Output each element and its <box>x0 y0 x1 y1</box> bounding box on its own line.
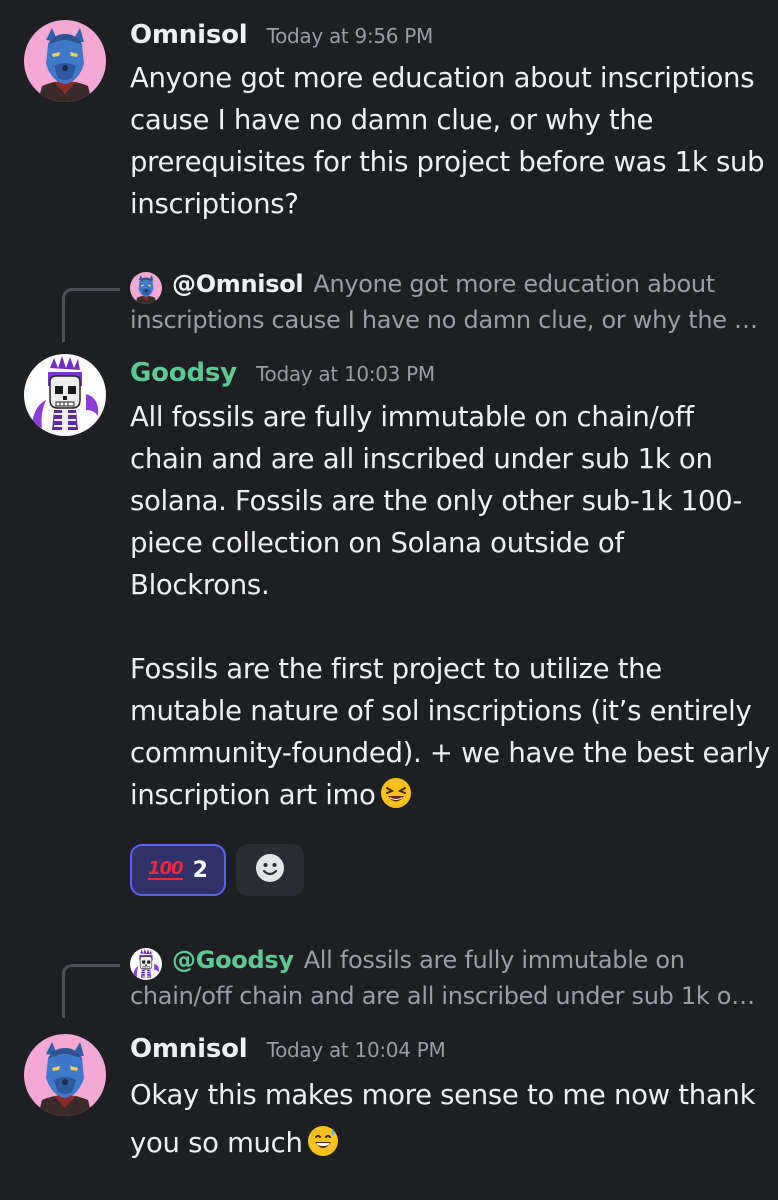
timestamp[interactable]: Today at 9:56 PM <box>267 24 434 48</box>
hundred-points-reaction[interactable]: 100 2 <box>130 844 226 896</box>
grinning-sweat-face-emoji <box>307 1125 339 1157</box>
wolf-avatar-image <box>24 20 106 102</box>
message-text: All fossils are fully immutable on chain… <box>130 401 742 601</box>
reply-reference[interactable]: @Goodsy All fossils are fully immutable o… <box>0 946 778 1020</box>
reply-reference[interactable]: @Omnisol Anyone got more education about … <box>0 270 778 344</box>
message-feed: Omnisol Today at 9:56 PM Anyone got more… <box>0 0 778 1200</box>
timestamp[interactable]: Today at 10:04 PM <box>267 1038 446 1062</box>
message-content: Okay this makes more sense to me now tha… <box>130 1071 770 1167</box>
reply-mention[interactable]: @Goodsy <box>172 946 294 974</box>
message-content: Anyone got more education about inscript… <box>130 57 770 225</box>
username[interactable]: Omnisol <box>130 1034 248 1064</box>
laughing-face-emoji <box>380 777 412 809</box>
avatar[interactable] <box>24 1034 106 1116</box>
skull-avatar-image <box>24 354 106 436</box>
smiley-icon <box>255 853 285 887</box>
wolf-avatar-image <box>24 1034 106 1116</box>
message-text-continued: Fossils are the first project to utilize… <box>130 648 770 816</box>
message-text: Anyone got more education about inscript… <box>130 62 765 220</box>
avatar[interactable] <box>24 20 106 102</box>
avatar[interactable] <box>24 354 106 436</box>
reaction-bar: 100 2 <box>130 844 304 896</box>
reaction-count: 2 <box>192 857 208 883</box>
username[interactable]: Goodsy <box>130 358 237 388</box>
hundred-points-emoji: 100 <box>148 858 184 880</box>
message-text: Fossils are the first project to utilize… <box>130 653 770 811</box>
add-reaction-button[interactable] <box>236 844 304 896</box>
reply-mention[interactable]: @Omnisol <box>172 270 304 298</box>
timestamp[interactable]: Today at 10:03 PM <box>256 362 435 386</box>
reply-spine <box>62 288 120 342</box>
message-content: All fossils are fully immutable on chain… <box>130 396 770 816</box>
reply-spine <box>62 964 120 1018</box>
username[interactable]: Omnisol <box>130 20 248 50</box>
message-text-wrapper: Okay this makes more sense to me now tha… <box>130 1071 770 1167</box>
message-text: Okay this makes more sense to me now tha… <box>130 1079 756 1159</box>
